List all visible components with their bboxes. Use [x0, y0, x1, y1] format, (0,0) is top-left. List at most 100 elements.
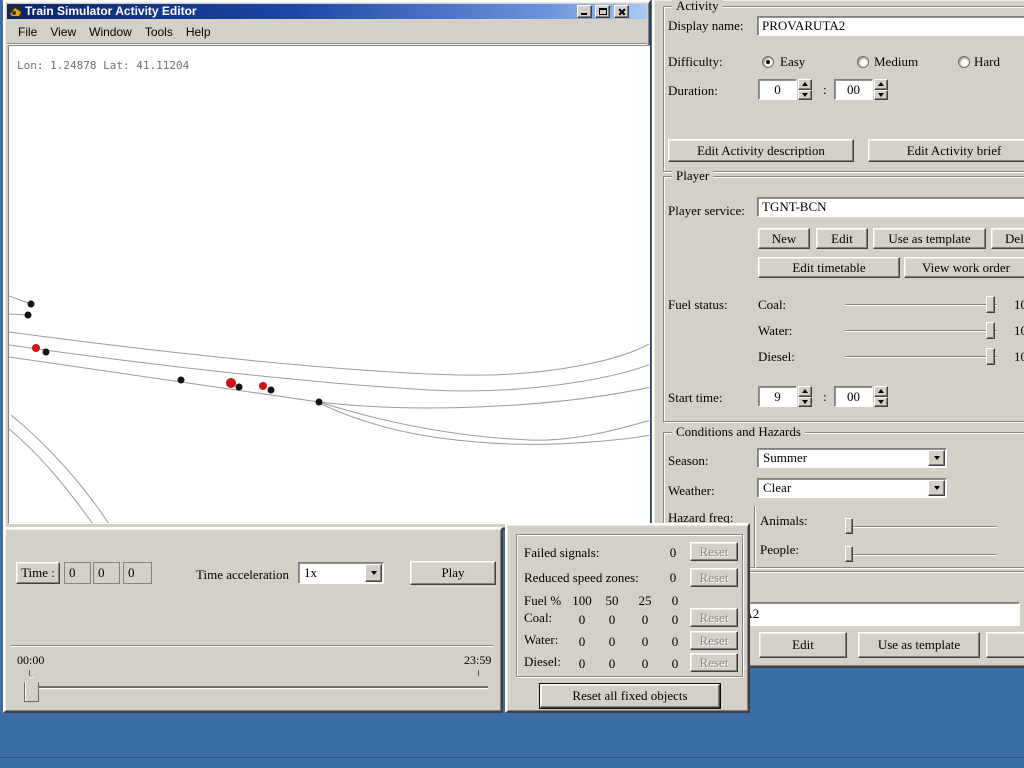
difficulty-easy-label: Easy [780, 54, 806, 69]
diesel-row-label: Diesel: [524, 654, 561, 669]
service-use-as-template-button[interactable]: Use as template [858, 632, 980, 658]
animals-label: Animals: [760, 513, 808, 528]
timeline-slider-track[interactable] [26, 686, 488, 689]
editor-window: Train Simulator Activity Editor File Vie… [3, 0, 651, 530]
edit-timetable-button[interactable]: Edit timetable [758, 257, 900, 278]
chevron-down-icon[interactable] [928, 450, 945, 466]
animals-slider-thumb[interactable] [845, 518, 853, 534]
activity-group-label: Activity [672, 0, 723, 14]
fuel-col-0: 0 [671, 593, 679, 608]
menu-help[interactable]: Help [186, 25, 211, 39]
time-seconds-field[interactable]: 0 [123, 562, 152, 584]
season-dropdown[interactable]: Summer [757, 448, 947, 468]
reset-status-panel: Failed signals: 0 Reset Reduced speed zo… [505, 523, 750, 713]
people-slider-track[interactable] [845, 554, 997, 556]
fuel-coal-slider-thumb[interactable] [986, 296, 995, 313]
failed-signals-reset-button[interactable]: Reset [690, 542, 738, 561]
fuel-coal-slider-track[interactable] [845, 304, 997, 306]
spin-down-icon [798, 396, 812, 407]
weather-label: Weather: [668, 483, 715, 498]
service-new-button[interactable]: New [986, 632, 1024, 658]
menu-window[interactable]: Window [89, 25, 132, 39]
failed-signals-label: Failed signals: [524, 545, 600, 560]
chevron-down-icon[interactable] [928, 480, 945, 496]
fuel-water-slider-thumb[interactable] [986, 322, 995, 339]
minimize-icon [581, 13, 587, 15]
player-edit-button[interactable]: Edit [816, 228, 868, 249]
timeline-separator [11, 645, 493, 647]
difficulty-radio-hard[interactable] [958, 56, 970, 68]
fuel-diesel-slider-thumb[interactable] [986, 348, 995, 365]
time-minutes-field[interactable]: 0 [93, 562, 120, 584]
animals-slider-track[interactable] [845, 526, 997, 528]
player-new-button[interactable]: New [758, 228, 810, 249]
reduced-speed-zones-reset-button[interactable]: Reset [690, 568, 738, 587]
time-acceleration-dropdown[interactable]: 1x [298, 562, 384, 584]
fuel-diesel-value: 100 [1014, 349, 1024, 364]
service-edit-button[interactable]: Edit [759, 632, 847, 658]
start-time-colon: : [823, 389, 827, 404]
time-label-box: Time : [16, 562, 60, 584]
difficulty-label: Difficulty: [668, 54, 723, 69]
menu-view[interactable]: View [50, 25, 76, 39]
duration-minutes-spinner[interactable]: 00 [834, 79, 888, 100]
time-control-panel: Time : 0 0 0 Time acceleration 1x Play 0… [3, 527, 503, 713]
minimize-button[interactable] [577, 5, 592, 18]
weather-dropdown[interactable]: Clear [757, 478, 947, 498]
coal-val-25: 0 [641, 612, 649, 627]
edit-activity-brief-button[interactable]: Edit Activity brief [868, 139, 1024, 162]
failed-signals-count: 0 [669, 545, 677, 560]
fuel-col-25: 25 [638, 593, 652, 608]
reset-all-fixed-objects-button[interactable]: Reset all fixed objects [539, 683, 721, 709]
edit-activity-description-button[interactable]: Edit Activity description [668, 139, 854, 162]
diesel-reset-button[interactable]: Reset [690, 653, 738, 672]
timeline-start-label: 00:00 [17, 653, 45, 667]
start-minutes-spinner[interactable]: 00 [834, 386, 888, 407]
duration-hours-spinner[interactable]: 0 [758, 79, 812, 100]
fuel-water-slider-track[interactable] [845, 330, 997, 332]
maximize-icon [599, 8, 607, 15]
route-canvas[interactable]: Lon: 1.24878 Lat: 41.11204 [8, 45, 650, 524]
close-button[interactable] [614, 5, 629, 18]
menu-tools[interactable]: Tools [145, 25, 173, 39]
player-use-as-template-button[interactable]: Use as template [873, 228, 986, 249]
spin-down-icon [874, 89, 888, 100]
timeline-tick-start [29, 670, 30, 676]
coal-val-50: 0 [608, 612, 616, 627]
time-hours-field[interactable]: 0 [64, 562, 91, 584]
player-service-input[interactable]: TGNT-BCN [757, 197, 1024, 217]
difficulty-radio-easy[interactable] [762, 56, 774, 68]
fuel-diesel-slider-track[interactable] [845, 356, 997, 358]
window-title: Train Simulator Activity Editor [25, 4, 197, 18]
diesel-val-0: 0 [671, 656, 679, 671]
coal-row-label: Coal: [524, 610, 553, 625]
menu-file[interactable]: File [18, 25, 37, 39]
water-val-0: 0 [671, 634, 679, 649]
timeline-slider-thumb[interactable] [24, 676, 39, 702]
fuel-water-label: Water: [758, 323, 793, 338]
player-delete-button[interactable]: Delete [991, 228, 1024, 249]
chevron-down-icon[interactable] [365, 564, 382, 582]
people-slider-thumb[interactable] [845, 546, 853, 562]
spin-down-icon [874, 396, 888, 407]
difficulty-hard-label: Hard [974, 54, 1000, 69]
title-bar[interactable]: Train Simulator Activity Editor [7, 4, 647, 19]
coal-val-100: 0 [578, 612, 586, 627]
coal-reset-button[interactable]: Reset [690, 608, 738, 627]
play-button[interactable]: Play [410, 561, 496, 585]
fuel-coal-label: Coal: [758, 297, 787, 312]
coal-val-0: 0 [671, 612, 679, 627]
water-reset-button[interactable]: Reset [690, 631, 738, 650]
start-hours-spinner[interactable]: 9 [758, 386, 812, 407]
fuel-status-label: Fuel status: [668, 297, 728, 312]
app-icon [9, 6, 22, 17]
spin-up-icon [798, 386, 812, 397]
difficulty-radio-medium[interactable] [857, 56, 869, 68]
season-label: Season: [668, 453, 709, 468]
maximize-button[interactable] [595, 5, 610, 18]
fuel-water-value: 100 [1014, 323, 1024, 338]
timeline-tick-end [478, 670, 479, 676]
display-name-input[interactable]: PROVARUTA2 [757, 16, 1024, 36]
view-work-order-button[interactable]: View work order [904, 257, 1024, 278]
fuel-col-50: 50 [605, 593, 619, 608]
